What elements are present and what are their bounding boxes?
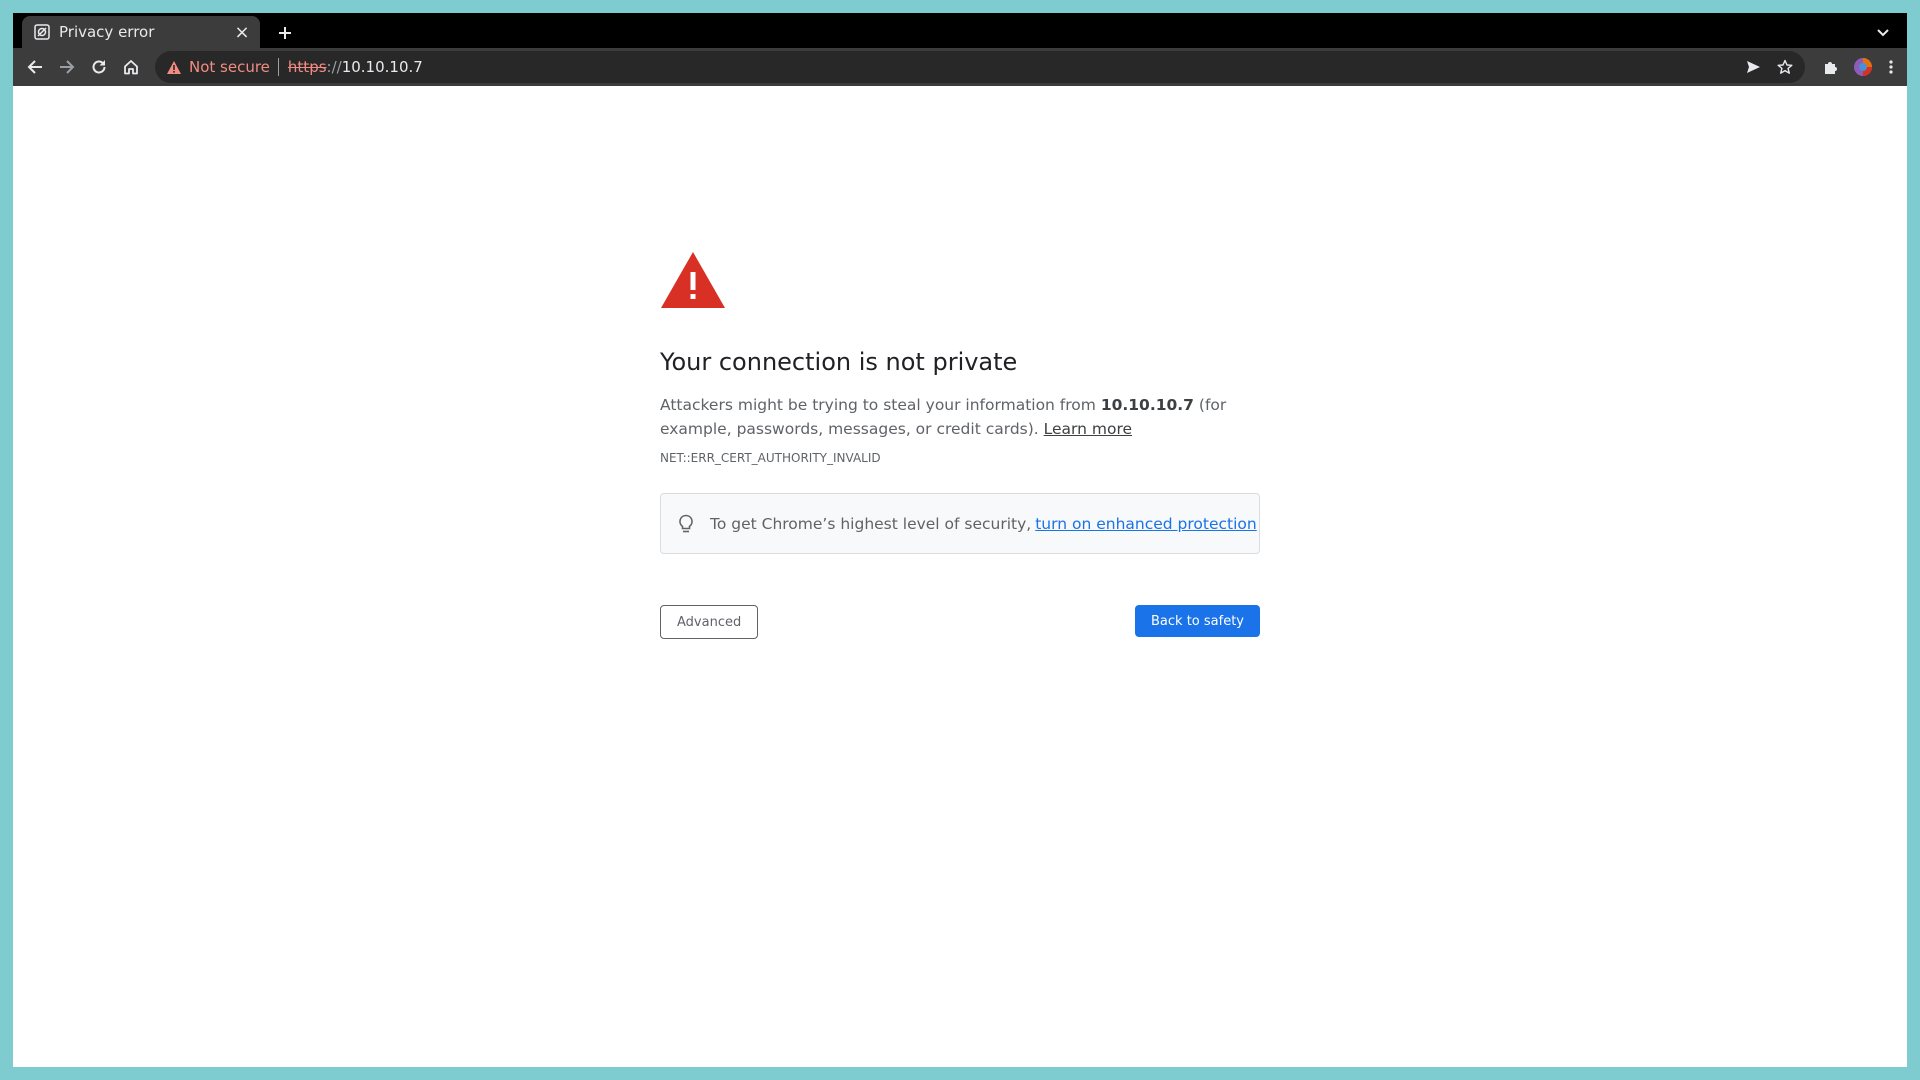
interstitial: Your connection is not private Attackers…: [660, 250, 1260, 639]
extensions-puzzle-icon[interactable]: [1817, 53, 1845, 81]
avatar[interactable]: [1849, 53, 1877, 81]
forward-arrow-icon[interactable]: [53, 53, 81, 81]
explanation-text: Attackers might be trying to steal your …: [660, 393, 1260, 441]
warning-triangle-icon: [661, 252, 725, 308]
url-slashes: ://: [326, 58, 342, 76]
omnibox-divider: [277, 58, 279, 76]
tab-close-icon[interactable]: ×: [232, 22, 252, 43]
url-scheme: https: [287, 58, 327, 76]
error-page-favicon-icon: [34, 24, 50, 40]
back-to-safety-button[interactable]: Back to safety: [1135, 605, 1260, 637]
enhanced-protection-promo: To get Chrome’s highest level of securit…: [660, 493, 1260, 554]
url-host: 10.10.10.7: [341, 58, 423, 76]
tab-search-chevron-down-icon[interactable]: [1871, 21, 1895, 45]
bookmark-star-icon[interactable]: [1773, 55, 1797, 79]
browser-window: Privacy error × Not secure https:// 10.…: [13, 13, 1907, 1067]
home-icon[interactable]: [117, 53, 145, 81]
back-arrow-icon[interactable]: [21, 53, 49, 81]
tab-privacy-error[interactable]: Privacy error ×: [22, 16, 260, 48]
tab-strip: Privacy error ×: [13, 13, 1907, 48]
lightbulb-icon: [676, 513, 696, 535]
toolbar: Not secure https://10.10.10.7: [13, 48, 1907, 86]
button-row: Advanced Back to safety: [660, 605, 1260, 639]
address-bar[interactable]: Not secure https://10.10.10.7: [155, 51, 1805, 83]
error-code: NET::ERR_CERT_AUTHORITY_INVALID: [660, 451, 881, 465]
not-secure-label[interactable]: Not secure: [189, 58, 270, 76]
send-icon[interactable]: [1741, 55, 1765, 79]
warning-triangle-icon[interactable]: [165, 58, 183, 76]
reload-icon[interactable]: [85, 53, 113, 81]
enhanced-protection-link[interactable]: turn on enhanced protection: [1035, 515, 1257, 533]
omnibox-actions: [1741, 55, 1797, 79]
explanation-prefix: Attackers might be trying to steal your …: [660, 396, 1101, 414]
tab-title: Privacy error: [59, 23, 155, 41]
page-content: Your connection is not private Attackers…: [13, 86, 1907, 1067]
enhanced-protection-text: To get Chrome’s highest level of securit…: [710, 514, 1032, 533]
page-title: Your connection is not private: [660, 348, 1018, 376]
kebab-menu-icon[interactable]: [1877, 53, 1905, 81]
learn-more-link[interactable]: Learn more: [1044, 420, 1132, 438]
explanation-host: 10.10.10.7: [1100, 396, 1194, 414]
advanced-button[interactable]: Advanced: [660, 605, 759, 639]
new-tab-plus-icon[interactable]: [271, 19, 299, 47]
